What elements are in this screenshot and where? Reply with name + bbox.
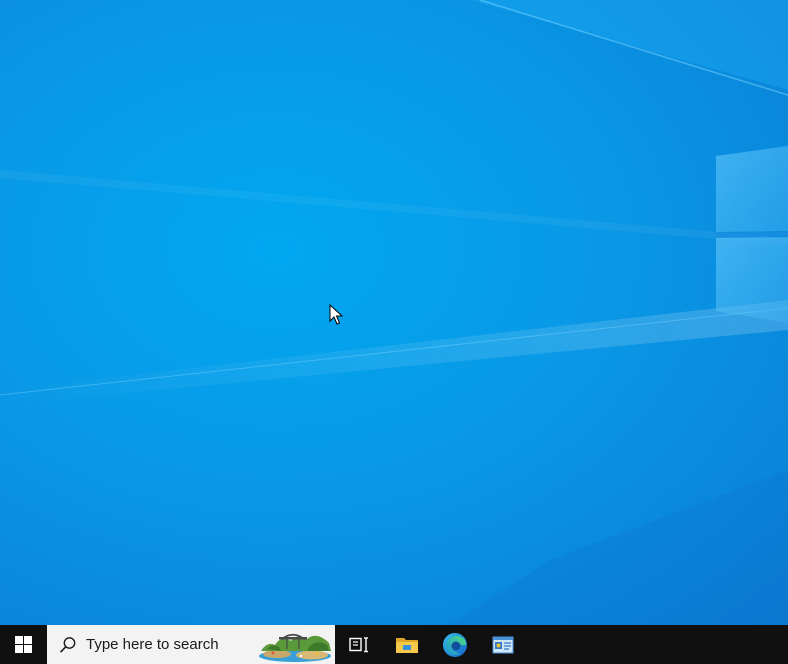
search-icon [59, 636, 77, 654]
taskbar: Type here to search [0, 625, 788, 664]
microsoft-edge-button[interactable] [431, 625, 479, 664]
folder-icon [396, 637, 418, 653]
start-button[interactable] [0, 625, 47, 664]
mouse-cursor-icon [329, 304, 343, 325]
task-view-button[interactable] [335, 625, 383, 664]
search-box[interactable]: Type here to search [47, 625, 335, 664]
edge-icon [443, 632, 467, 657]
control-panel-icon [492, 636, 514, 653]
task-view-icon [349, 636, 368, 652]
control-panel-button[interactable] [479, 625, 527, 664]
wallpaper-image [0, 0, 788, 625]
desktop[interactable] [0, 0, 788, 625]
file-explorer-button[interactable] [383, 625, 431, 664]
search-placeholder: Type here to search [86, 636, 219, 653]
search-highlight-landscape-icon[interactable] [257, 627, 333, 662]
windows-logo-icon [15, 636, 32, 653]
